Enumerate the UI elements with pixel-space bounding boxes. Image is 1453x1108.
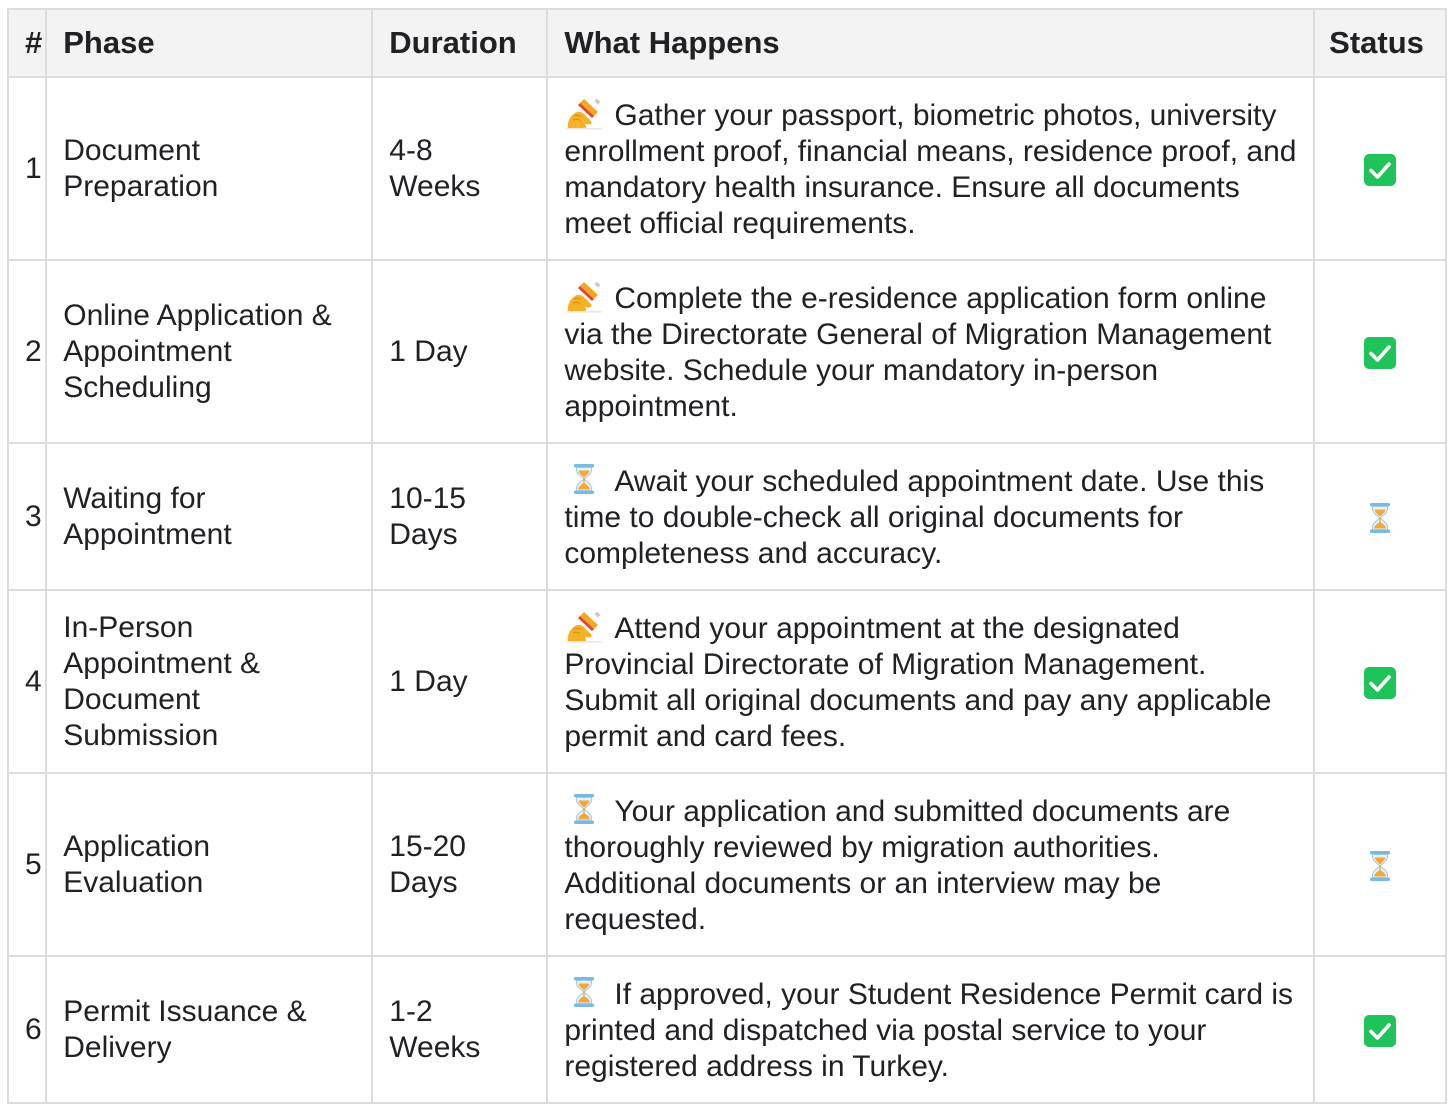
table-row: 1 Document Preparation 4-8 Weeks Gather … <box>6 76 1447 261</box>
table-body: 1 Document Preparation 4-8 Weeks Gather … <box>6 76 1447 1104</box>
row-number: 1 <box>6 76 48 261</box>
row-phase: Permit Issuance & Delivery <box>45 955 374 1104</box>
writing-hand-icon <box>564 279 604 313</box>
check-mark-icon <box>1363 153 1397 187</box>
row-duration: 4-8 Weeks <box>371 76 549 261</box>
row-status <box>1313 589 1447 774</box>
row-phase: Application Evaluation <box>45 772 374 957</box>
row-duration: 1 Day <box>371 589 549 774</box>
row-what-happens: Complete the e-residence application for… <box>546 259 1316 444</box>
check-mark-icon <box>1363 336 1397 370</box>
writing-hand-icon <box>564 609 604 643</box>
table-row: 3 Waiting for Appointment 10-15 Days Awa… <box>6 442 1447 591</box>
row-status <box>1313 442 1447 591</box>
table-container: # Phase Duration What Happens Status 1 D… <box>6 8 1447 1104</box>
table-row: 5 Application Evaluation 15-20 Days Your… <box>6 772 1447 957</box>
row-phase: In-Person Appointment & Document Submiss… <box>45 589 374 774</box>
table-row: 2 Online Application & Appointment Sched… <box>6 259 1447 444</box>
row-description: Gather your passport, biometric photos, … <box>564 98 1297 240</box>
writing-hand-icon <box>564 96 604 130</box>
row-what-happens: If approved, your Student Residence Perm… <box>546 955 1316 1104</box>
timeline-table: # Phase Duration What Happens Status 1 D… <box>6 8 1447 1104</box>
check-mark-icon <box>1363 666 1397 700</box>
hourglass-icon <box>1363 849 1397 883</box>
row-duration: 10-15 Days <box>371 442 549 591</box>
row-description: Await your scheduled appointment date. U… <box>564 464 1265 570</box>
row-what-happens: Await your scheduled appointment date. U… <box>546 442 1316 591</box>
check-mark-icon <box>1363 1014 1397 1048</box>
header-phase: Phase <box>45 8 374 78</box>
row-what-happens: Gather your passport, biometric photos, … <box>546 76 1316 261</box>
header-row: # Phase Duration What Happens Status <box>6 8 1447 78</box>
row-duration: 1-2 Weeks <box>371 955 549 1104</box>
row-status <box>1313 772 1447 957</box>
header-duration: Duration <box>371 8 549 78</box>
hourglass-icon <box>1363 501 1397 535</box>
row-description: If approved, your Student Residence Perm… <box>564 977 1294 1083</box>
header-what-happens: What Happens <box>546 8 1316 78</box>
row-number: 3 <box>6 442 48 591</box>
row-phase: Online Application & Appointment Schedul… <box>45 259 374 444</box>
row-what-happens: Attend your appointment at the designate… <box>546 589 1316 774</box>
row-number: 6 <box>6 955 48 1104</box>
row-description: Your application and submitted documents… <box>564 794 1231 936</box>
header-num: # <box>6 8 48 78</box>
header-status: Status <box>1313 8 1447 78</box>
table-row: 4 In-Person Appointment & Document Submi… <box>6 589 1447 774</box>
row-description: Attend your appointment at the designate… <box>564 611 1272 753</box>
row-phase: Waiting for Appointment <box>45 442 374 591</box>
hourglass-icon <box>564 975 604 1009</box>
row-status <box>1313 955 1447 1104</box>
row-description: Complete the e-residence application for… <box>564 281 1272 423</box>
row-number: 5 <box>6 772 48 957</box>
row-status <box>1313 76 1447 261</box>
table-header: # Phase Duration What Happens Status <box>6 8 1447 78</box>
row-number: 2 <box>6 259 48 444</box>
hourglass-icon <box>564 792 604 826</box>
row-phase: Document Preparation <box>45 76 374 261</box>
row-duration: 15-20 Days <box>371 772 549 957</box>
row-what-happens: Your application and submitted documents… <box>546 772 1316 957</box>
row-number: 4 <box>6 589 48 774</box>
hourglass-icon <box>564 462 604 496</box>
row-duration: 1 Day <box>371 259 549 444</box>
row-status <box>1313 259 1447 444</box>
table-row: 6 Permit Issuance & Delivery 1-2 Weeks I… <box>6 955 1447 1104</box>
